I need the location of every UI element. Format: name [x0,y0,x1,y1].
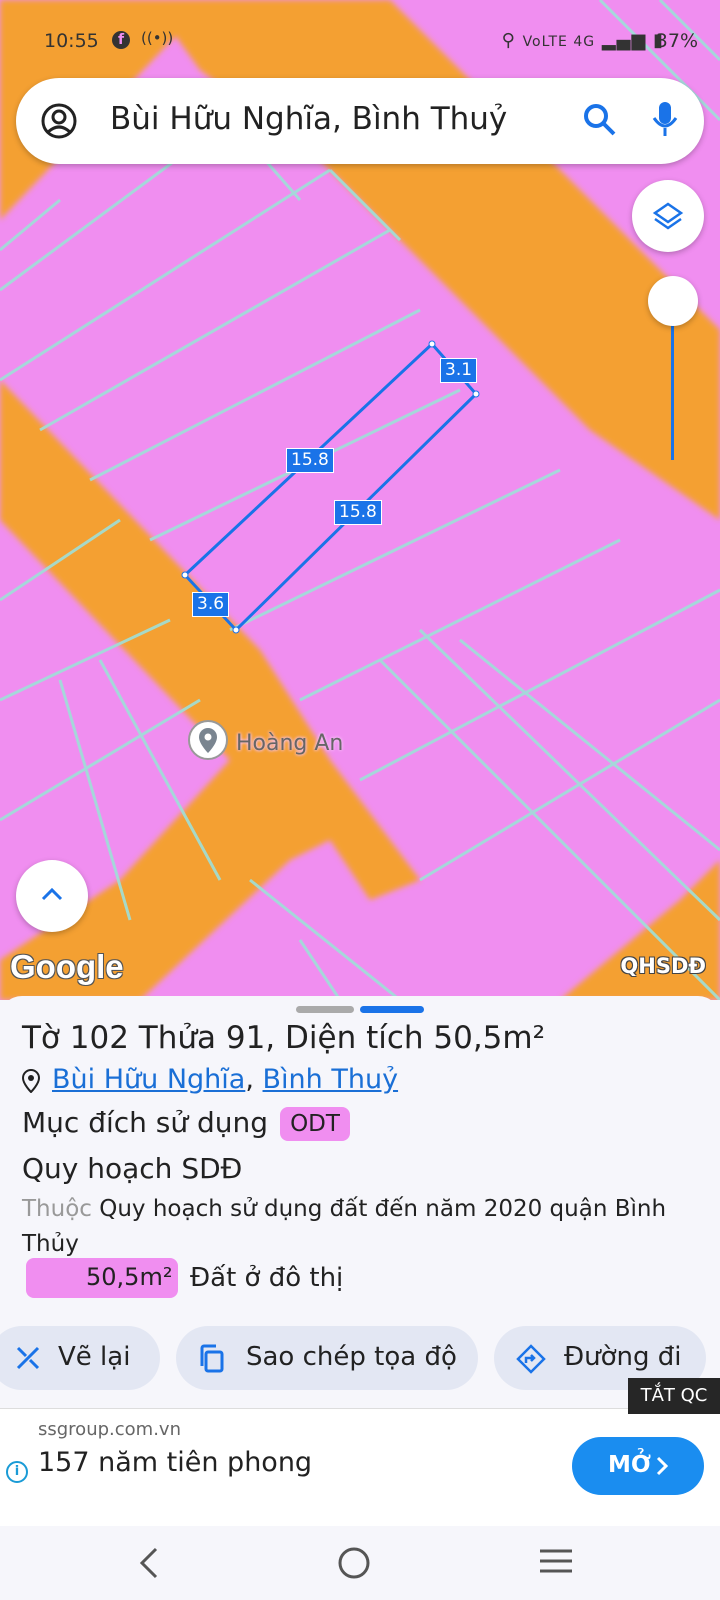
ad-info-icon[interactable]: i [6,1461,28,1483]
google-logo: Google [10,948,124,985]
ad-banner[interactable]: i ssgroup.com.vn 157 năm tiên phong MỞ [0,1408,720,1527]
address-district-link[interactable]: Bình Thuỷ [263,1064,399,1095]
action-chips: Vẽ lại Sao chép tọa độ Đường đi [0,1326,720,1392]
place-pin-icon [188,720,228,760]
chevron-up-icon [41,887,63,901]
status-icons: ⚲ VoLTE 4G ▂▄▆ ▮ [502,30,664,51]
map-layer-badge: QHSDĐ [620,954,706,978]
land-type-label: Đất ở đô thị [190,1263,344,1293]
expand-up-button[interactable] [16,860,88,932]
copy-coordinates-label: Sao chép tọa độ [246,1342,457,1372]
status-time: 10:55 [44,30,99,52]
address-separator: , [245,1064,254,1095]
chevron-right-icon [656,1456,668,1476]
purpose-code-badge: ODT [280,1107,350,1141]
ad-headline: 157 năm tiên phong [38,1447,313,1478]
facebook-icon: f [112,31,130,49]
parcel-address: Bùi Hữu Nghĩa, Bình Thuỷ [22,1064,398,1095]
layers-icon [652,202,684,230]
redraw-icon [16,1346,40,1370]
microphone-icon[interactable] [650,100,680,140]
dimension-label-top: 3.1 [440,358,478,383]
home-icon[interactable] [337,1546,371,1580]
account-icon[interactable] [40,102,78,140]
location-pin-icon [22,1068,40,1093]
plan-prefix: Thuộc [22,1196,92,1222]
dimension-label-bottom: 3.6 [192,592,230,617]
copy-icon [200,1344,224,1373]
opacity-slider-handle[interactable] [648,276,698,326]
sheet-handle-active[interactable] [360,1006,424,1013]
redraw-label: Vẽ lại [58,1342,131,1372]
sheet-handle[interactable] [296,1006,354,1013]
recent-apps-icon[interactable] [538,1546,574,1576]
plan-heading: Quy hoạch SDĐ [22,1152,243,1185]
plan-description: Thuộc Quy hoạch sử dụng đất đến năm 2020… [22,1192,702,1262]
ad-off-button[interactable]: TẮT QC [628,1378,720,1414]
poi-label: Hoàng An [236,731,344,756]
dimension-label-right: 15.8 [334,500,382,525]
parcel-title: Tờ 102 Thửa 91, Diện tích 50,5m² [22,1020,546,1056]
ad-open-button[interactable]: MỞ [572,1437,704,1495]
plan-name: Quy hoạch sử dụng đất đến năm 2020 quận … [22,1196,667,1257]
map-layers-button[interactable] [632,180,704,252]
dimension-label-left: 15.8 [286,448,334,473]
area-value: 50,5m² [86,1263,173,1291]
signal-icon: ▂▄▆ [601,30,647,51]
search-query[interactable]: Bùi Hữu Nghĩa, Bình Thuỷ [110,101,507,137]
back-icon[interactable] [138,1546,160,1580]
status-bar: 10:55 f ((•)) ⚲ VoLTE 4G ▂▄▆ ▮ 37% [0,0,720,80]
redraw-button[interactable]: Vẽ lại [0,1326,160,1390]
directions-icon [516,1344,546,1374]
battery-level: 37% [655,30,698,52]
ad-domain: ssgroup.com.vn [38,1419,181,1440]
location-icon: ⚲ [501,30,516,51]
purpose-label: Mục đích sử dụng [22,1106,269,1139]
directions-label: Đường đi [564,1342,682,1372]
land-use-purpose: Mục đích sử dụng ODT [22,1106,350,1141]
hotspot-icon: ((•)) [141,29,174,47]
network-label: VoLTE 4G [522,34,596,50]
ad-open-label: MỞ [608,1452,651,1478]
search-icon[interactable] [582,102,618,138]
copy-coordinates-button[interactable]: Sao chép tọa độ [176,1326,478,1390]
search-bar[interactable]: Bùi Hữu Nghĩa, Bình Thuỷ [16,78,704,164]
system-nav-bar [0,1526,720,1600]
address-street-link[interactable]: Bùi Hữu Nghĩa [52,1064,245,1095]
